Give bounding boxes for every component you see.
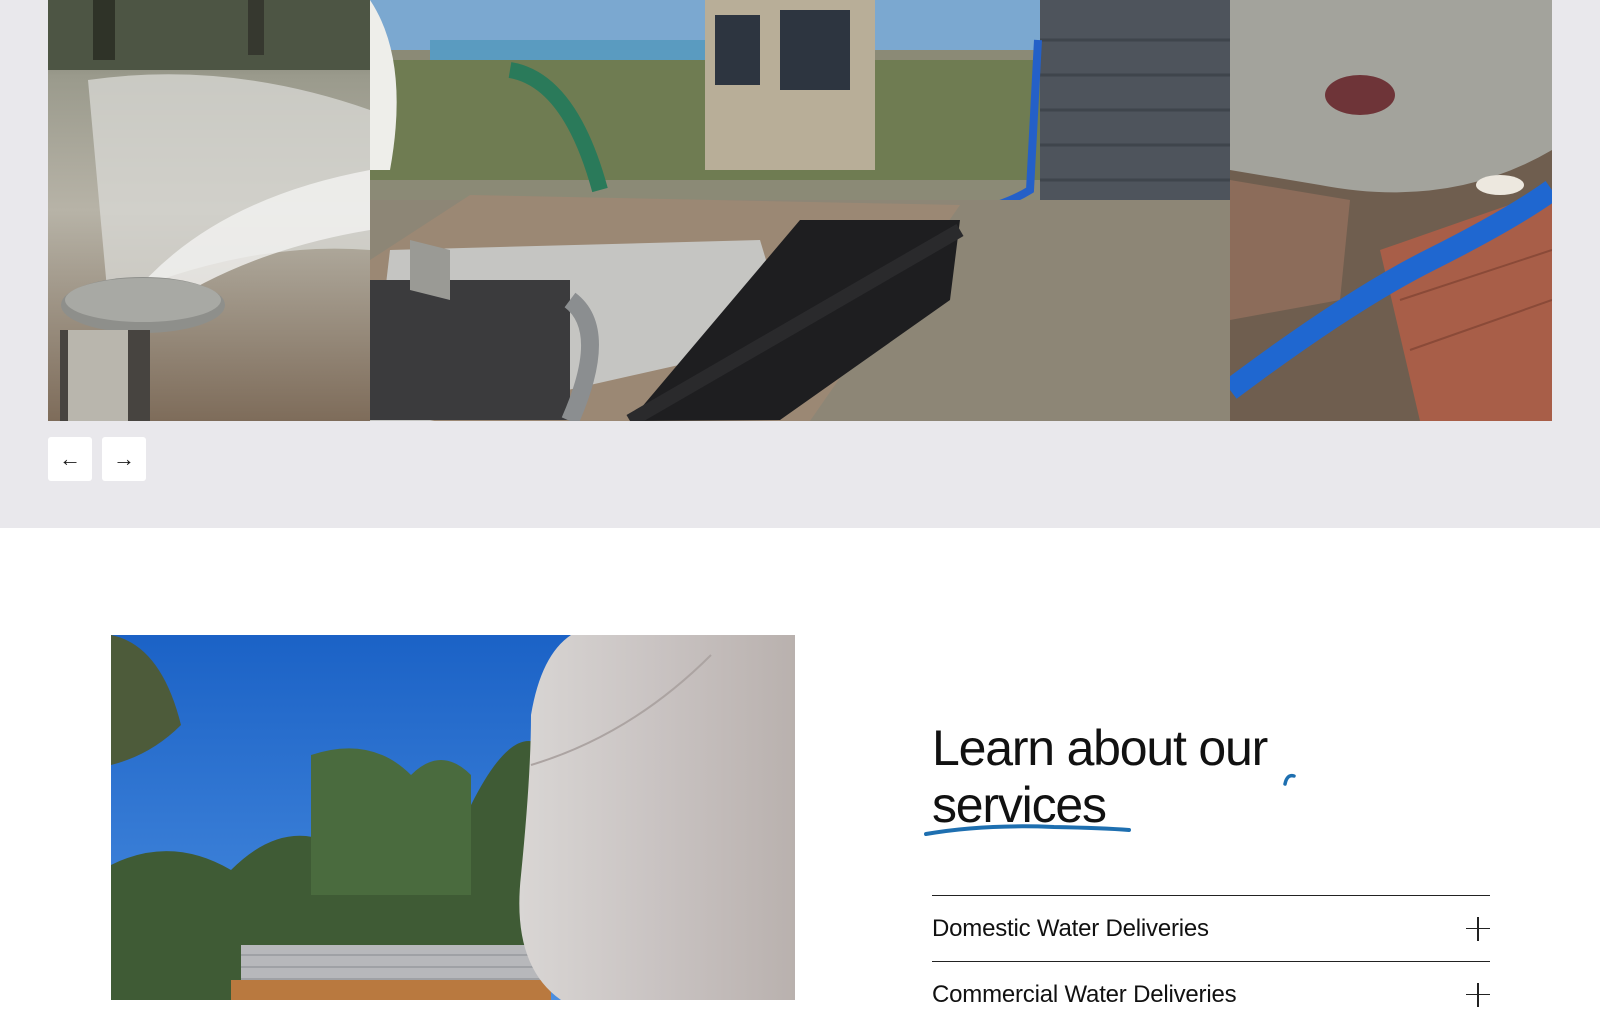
gallery-photo-blue-hose (1230, 0, 1552, 421)
services-heading-line1: Learn about our (932, 720, 1268, 776)
photo-gallery: ← → (0, 0, 1600, 528)
gallery-photo-sprinkler (48, 0, 370, 421)
services-photo-water-tanker (111, 635, 795, 1000)
arrow-left-icon: ← (59, 446, 81, 471)
accordion-item-label: Commercial Water Deliveries (932, 980, 1237, 1008)
plus-icon[interactable] (1466, 916, 1490, 941)
heading-accent-mark (1283, 773, 1296, 786)
plus-icon[interactable] (1466, 982, 1490, 1007)
accordion-item-commercial[interactable]: Commercial Water Deliveries (932, 961, 1490, 1027)
gallery-next-button[interactable]: → (102, 437, 146, 481)
accordion-item-domestic[interactable]: Domestic Water Deliveries (932, 895, 1490, 961)
gallery-photo-water-truck (370, 0, 1230, 421)
heading-underline-swoosh (924, 824, 1131, 836)
services-accordion: Domestic Water Deliveries Commercial Wat… (932, 895, 1490, 1027)
gallery-prev-button[interactable]: ← (48, 437, 92, 481)
accordion-item-label: Domestic Water Deliveries (932, 914, 1209, 942)
arrow-right-icon: → (113, 446, 135, 471)
